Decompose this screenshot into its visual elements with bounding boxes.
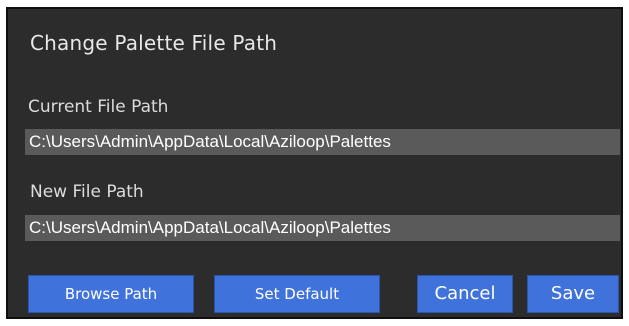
set-default-button[interactable]: Set Default (214, 275, 380, 313)
change-palette-path-dialog: Change Palette File Path Current File Pa… (6, 7, 623, 319)
cancel-button[interactable]: Cancel (417, 275, 513, 313)
browse-path-button[interactable]: Browse Path (28, 275, 194, 313)
new-file-path-field[interactable]: C:\Users\Admin\AppData\Local\Aziloop\Pal… (25, 215, 620, 241)
current-file-path-field: C:\Users\Admin\AppData\Local\Aziloop\Pal… (25, 129, 620, 155)
save-button[interactable]: Save (527, 275, 619, 313)
current-file-path-label: Current File Path (28, 97, 169, 117)
dialog-title: Change Palette File Path (30, 31, 278, 55)
new-file-path-label: New File Path (30, 182, 144, 202)
